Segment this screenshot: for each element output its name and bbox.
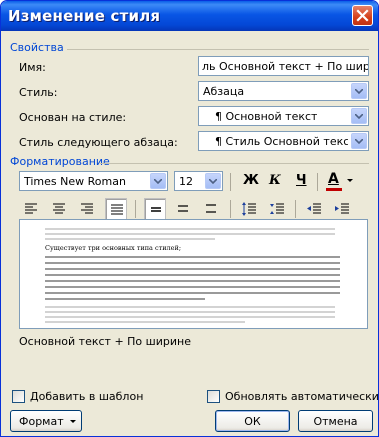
single-spacing-button[interactable] xyxy=(144,198,166,220)
preview-line xyxy=(45,311,335,313)
based-on-value: ¶ Основной текст xyxy=(215,110,318,123)
justify-icon xyxy=(111,204,123,215)
properties-section-label: Свойства xyxy=(10,41,64,54)
decrease-indent-icon xyxy=(307,203,321,214)
name-field-value: ль Основной текст + По ширине xyxy=(202,60,369,73)
italic-button[interactable]: К xyxy=(263,170,285,192)
align-center-button[interactable] xyxy=(48,198,70,220)
bold-label: Ж xyxy=(243,173,259,188)
font-size-select[interactable]: 12 xyxy=(174,171,223,191)
toolbar-separator xyxy=(135,200,136,218)
one-half-spacing-icon xyxy=(178,205,188,212)
preview-line xyxy=(45,238,215,240)
preview-line xyxy=(45,292,340,294)
close-button[interactable] xyxy=(352,5,373,26)
one-half-spacing-button[interactable] xyxy=(172,198,194,220)
based-on-select[interactable]: ¶ Основной текст xyxy=(198,106,369,126)
close-icon xyxy=(356,9,369,22)
toolbar-separator xyxy=(230,173,231,191)
chevron-down-icon[interactable] xyxy=(351,133,367,149)
cancel-button[interactable]: Отмена xyxy=(298,410,373,432)
bold-button[interactable]: Ж xyxy=(238,170,260,192)
name-label: Имя: xyxy=(19,61,46,74)
font-size-value: 12 xyxy=(179,175,193,188)
align-left-button[interactable] xyxy=(20,198,42,220)
preview-line xyxy=(45,233,335,235)
preview-sample-text: Существует три основных типа стилей; xyxy=(45,244,182,252)
align-left-icon xyxy=(25,203,37,214)
preview-line xyxy=(45,321,245,323)
increase-indent-button[interactable] xyxy=(331,198,353,220)
preview-line xyxy=(45,298,205,300)
properties-divider xyxy=(67,49,369,50)
formatting-divider xyxy=(100,163,369,164)
preview-line xyxy=(45,306,335,308)
font-color-label: A xyxy=(328,171,339,187)
window-title: Изменение стиля xyxy=(8,7,161,25)
next-style-select[interactable]: ¶ Стиль Основной текст + xyxy=(198,131,369,151)
underline-button[interactable]: Ч xyxy=(290,170,312,192)
style-type-label: Стиль: xyxy=(19,86,58,99)
preview-line xyxy=(45,274,340,276)
dropdown-arrow-icon xyxy=(70,420,76,423)
preview-line xyxy=(45,262,340,264)
increase-spacing-before-button[interactable] xyxy=(238,198,260,220)
spacing-before-icon xyxy=(242,202,256,216)
name-field[interactable]: ль Основной текст + По ширине xyxy=(198,56,369,76)
format-button-label: Формат xyxy=(19,415,64,428)
next-style-value: ¶ Стиль Основной текст + xyxy=(215,135,348,148)
preview-line xyxy=(45,256,340,258)
decrease-spacing-before-button[interactable] xyxy=(266,198,288,220)
style-type-value: Абзаца xyxy=(203,85,245,98)
auto-update-label[interactable]: Обновлять автоматически xyxy=(225,390,378,403)
decrease-indent-button[interactable] xyxy=(303,198,325,220)
cancel-button-label: Отмена xyxy=(313,415,358,428)
align-right-icon xyxy=(81,203,93,214)
toolbar-separator xyxy=(295,200,296,218)
chevron-down-icon[interactable] xyxy=(351,108,367,124)
font-value: Times New Roman xyxy=(24,175,126,188)
toolbar-separator xyxy=(230,200,231,218)
based-on-label: Основан на стиле: xyxy=(19,111,127,124)
preview-line xyxy=(45,228,335,230)
chevron-down-icon[interactable] xyxy=(150,173,166,189)
preview-line xyxy=(45,268,340,270)
preview-line xyxy=(45,286,340,288)
align-center-icon xyxy=(53,203,65,214)
preview-line xyxy=(45,280,340,282)
style-preview: Существует три основных типа стилей; xyxy=(19,219,368,329)
single-spacing-icon xyxy=(151,207,161,212)
style-description: Основной текст + По ширине xyxy=(19,335,191,348)
style-type-select[interactable]: Абзаца xyxy=(198,81,369,101)
add-to-template-checkbox[interactable] xyxy=(12,390,25,403)
formatting-section-label: Форматирование xyxy=(10,155,110,168)
next-style-label: Стиль следующего абзаца: xyxy=(19,136,178,149)
font-select[interactable]: Times New Roman xyxy=(19,171,168,191)
chevron-down-icon xyxy=(347,179,353,182)
ok-button-label: ОК xyxy=(244,415,261,428)
chevron-down-icon[interactable] xyxy=(351,83,367,99)
modify-style-dialog: Изменение стиля Свойства Имя: ль Основно… xyxy=(0,0,379,437)
underline-label: Ч xyxy=(296,173,307,188)
format-menu-button[interactable]: Формат xyxy=(10,410,82,432)
title-bar[interactable]: Изменение стиля xyxy=(1,1,378,31)
auto-update-checkbox[interactable] xyxy=(207,390,220,403)
spacing-after-icon xyxy=(270,203,284,214)
ok-button[interactable]: ОК xyxy=(215,410,290,432)
increase-indent-icon xyxy=(335,203,349,214)
double-spacing-icon xyxy=(206,204,216,213)
align-right-button[interactable] xyxy=(76,198,98,220)
add-to-template-label[interactable]: Добавить в шаблон xyxy=(30,390,143,403)
font-color-button[interactable]: A xyxy=(323,170,355,192)
double-spacing-button[interactable] xyxy=(200,198,222,220)
italic-label: К xyxy=(269,173,281,188)
toolbar-separator xyxy=(317,173,318,191)
preview-line xyxy=(45,316,335,318)
justify-button[interactable] xyxy=(105,198,127,220)
chevron-down-icon[interactable] xyxy=(205,173,221,189)
font-color-swatch xyxy=(326,188,342,191)
